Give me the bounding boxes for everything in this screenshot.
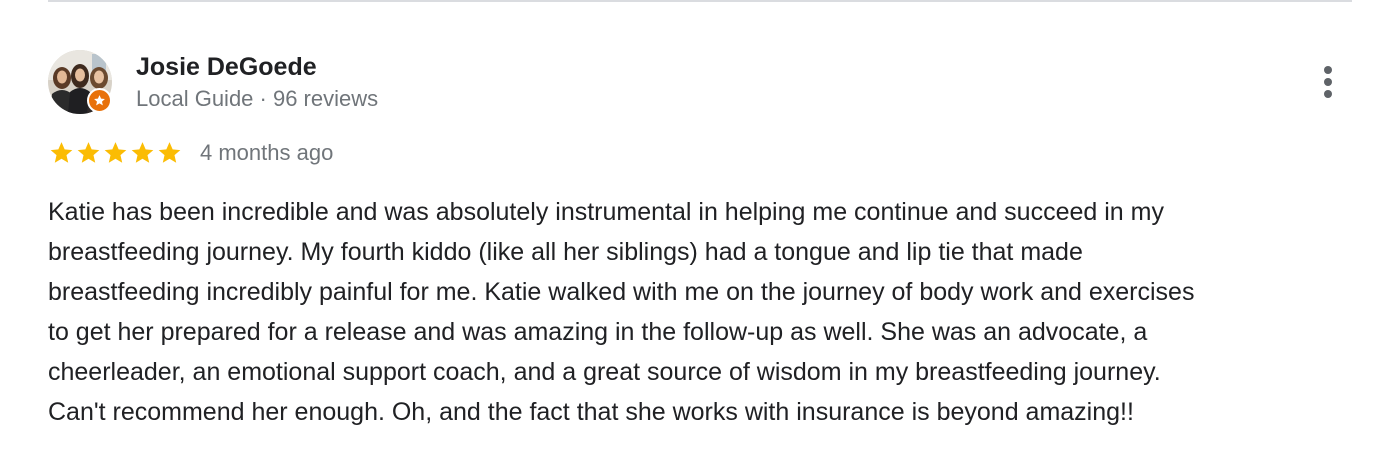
- more-vertical-icon: [1324, 66, 1332, 98]
- review-text-line: breastfeeding journey. My fourth kiddo (…: [48, 238, 1083, 266]
- review-text: Katie has been incredible and was absolu…: [48, 192, 1348, 432]
- reviewer-meta[interactable]: Local Guide · 96 reviews: [136, 85, 378, 113]
- star-filled-icon: [50, 142, 73, 163]
- local-guide-badge-icon: [87, 88, 112, 113]
- review-time: 4 months ago: [200, 140, 334, 165]
- star-filled-icon: [131, 142, 154, 163]
- review-text-line: Katie has been incredible and was absolu…: [48, 198, 1164, 226]
- star-rating: [48, 140, 183, 166]
- star-filled-icon: [77, 142, 100, 163]
- local-guide-star-icon: [94, 95, 105, 106]
- review-text-line: to get her prepared for a release and wa…: [48, 318, 1148, 346]
- review-text-line: cheerleader, an emotional support coach,…: [48, 358, 1161, 386]
- top-divider: [48, 0, 1352, 2]
- star-filled-icon: [104, 142, 127, 163]
- star-filled-icon: [158, 142, 181, 163]
- reviewer-name[interactable]: Josie DeGoede: [136, 52, 317, 82]
- more-options-button[interactable]: [1308, 62, 1348, 102]
- review-text-line: breastfeeding incredibly painful for me.…: [48, 278, 1195, 306]
- review-text-line: Can't recommend her enough. Oh, and the …: [48, 398, 1134, 426]
